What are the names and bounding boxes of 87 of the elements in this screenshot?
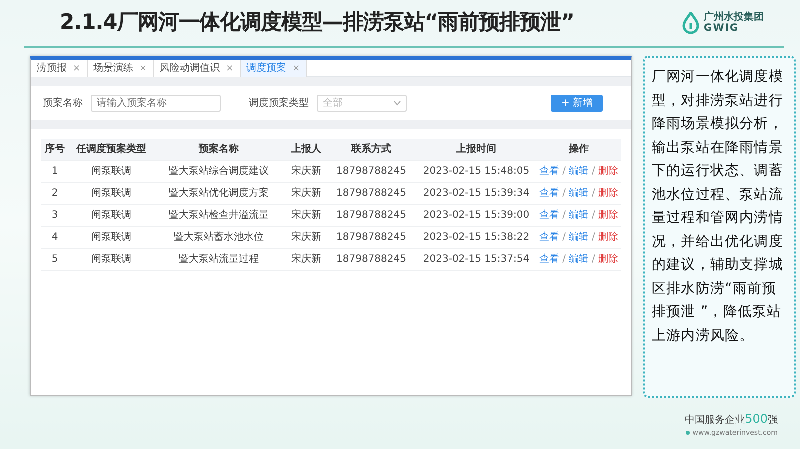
edit-link[interactable]: 编辑 xyxy=(569,188,589,199)
type-dropdown[interactable]: 全部 xyxy=(317,94,407,112)
table-cell-text: 5 xyxy=(50,253,60,267)
view-link[interactable]: 查看 xyxy=(540,254,560,265)
table-cell-text: 暨大泵站蓄水池水位 xyxy=(173,230,265,245)
separator: / xyxy=(562,166,566,177)
table-cell-text: 暨大泵站检查井溢流量 xyxy=(168,208,270,223)
table-cell-text: 2023-02-15 15:39:00 xyxy=(422,209,531,223)
tab-label[interactable]: 风险动调值识 xyxy=(160,63,220,74)
table-cell-text: 1 xyxy=(50,165,60,179)
filter-label: 预案名称 xyxy=(43,96,83,110)
tab[interactable]: 风险动调值识 × xyxy=(154,60,241,77)
tab-label[interactable]: 场景演练 xyxy=(94,63,134,74)
separator: / xyxy=(562,210,566,221)
ranking-slogan: 中国服务企业500强 xyxy=(685,411,778,428)
separator: / xyxy=(562,254,566,265)
view-link[interactable]: 查看 xyxy=(540,210,560,221)
table-cell-text: 闸泵联调 xyxy=(90,187,132,201)
tab[interactable]: 涝预报 × xyxy=(31,60,88,77)
table-cell-text: 闸泵联调 xyxy=(90,231,132,245)
tab[interactable]: 调度预案 × xyxy=(240,60,308,77)
close-icon[interactable]: × xyxy=(292,64,300,74)
delete-link[interactable]: 删除 xyxy=(598,254,618,265)
delete-link[interactable]: 删除 xyxy=(598,166,618,177)
column-header: 上报时间 xyxy=(456,142,498,157)
delete-link[interactable]: 删除 xyxy=(598,210,618,221)
edit-link[interactable]: 编辑 xyxy=(569,232,589,243)
table-cell-text: 闸泵联调 xyxy=(90,253,132,267)
column-header: 联系方式 xyxy=(350,142,392,157)
column-header: 操作 xyxy=(568,142,590,157)
table-cell-text: 宋庆新 xyxy=(290,252,322,267)
column-header: 上报人 xyxy=(290,142,322,157)
view-link[interactable]: 查看 xyxy=(540,188,560,199)
add-button[interactable]: + 新增 xyxy=(551,94,603,112)
table-cell-text: 18798788245 xyxy=(336,165,408,179)
table-cell-text: 暨大泵站优化调度方案 xyxy=(168,186,270,201)
table-cell-text: 2023-02-15 15:38:22 xyxy=(422,231,531,245)
table-cell-text: 18798788245 xyxy=(336,253,408,267)
tab[interactable]: 场景演练 × xyxy=(88,60,154,77)
table-cell-text: 3 xyxy=(50,209,60,223)
table-cell-text: 暨大泵站综合调度建议 xyxy=(168,164,270,179)
view-link[interactable]: 查看 xyxy=(540,166,560,177)
droplet-logo-icon xyxy=(682,12,700,34)
logo-abbreviation: GWIG xyxy=(704,23,740,34)
close-icon[interactable]: × xyxy=(73,64,81,74)
table-cell-text: 宋庆新 xyxy=(290,230,322,245)
table-cell-text: 暨大泵站流量过程 xyxy=(178,252,260,267)
column-header: 任调度预案类型 xyxy=(75,142,148,157)
view-link[interactable]: 查看 xyxy=(540,232,560,243)
tab-label[interactable]: 调度预案 xyxy=(246,63,287,74)
close-icon[interactable]: × xyxy=(226,64,234,74)
table-cell-text: 闸泵联调 xyxy=(90,209,132,223)
delete-link[interactable]: 删除 xyxy=(598,188,618,199)
table-cell-text: 18798788245 xyxy=(336,187,408,201)
table-cell-text: 2023-02-15 15:37:54 xyxy=(422,253,531,267)
table-cell-text: 宋庆新 xyxy=(290,186,322,201)
separator: / xyxy=(592,210,596,221)
table-cell-text: 18798788245 xyxy=(336,209,408,223)
table-cell-text: 2023-02-15 15:39:34 xyxy=(422,187,531,201)
separator: / xyxy=(592,232,596,243)
filter-label: 调度预案类型 xyxy=(249,96,309,110)
column-header: 序号 xyxy=(44,142,66,157)
table-cell-text: 2023-02-15 15:48:05 xyxy=(422,165,531,179)
delete-link[interactable]: 删除 xyxy=(598,232,618,243)
slide-title: 2.1.4厂网河一体化调度模型—排涝泵站“雨前预排预泄” xyxy=(60,9,574,36)
table-cell-text: 闸泵联调 xyxy=(90,165,132,179)
description-text: 厂网河一体化调度模型，对排涝泵站进行降雨场景模拟分析，输出泵站在降雨情景下的运行状态、调蓄池水位过程、泵站流量过程和管网内涝情况，并给出优化调度的建议，辅助支撑城区排水防涝“雨前预排预泄 ”，降低泵站上游内涝风险。 xyxy=(652,68,784,346)
separator: / xyxy=(592,188,596,199)
logo-name: 广州水投集团 xyxy=(704,12,764,23)
table-cell-text: 宋庆新 xyxy=(290,164,322,179)
edit-link[interactable]: 编辑 xyxy=(569,210,589,221)
table-cell-text: 宋庆新 xyxy=(290,208,322,223)
separator: / xyxy=(592,254,596,265)
column-header: 预案名称 xyxy=(198,142,240,157)
bullet-icon xyxy=(686,431,690,436)
edit-link[interactable]: 编辑 xyxy=(569,254,589,265)
separator: / xyxy=(592,166,596,177)
tab-label[interactable]: 涝预报 xyxy=(37,63,67,74)
table-cell-text: 18798788245 xyxy=(336,231,408,245)
table-cell-text: 4 xyxy=(50,231,60,245)
close-icon[interactable]: × xyxy=(140,64,148,74)
edit-link[interactable]: 编辑 xyxy=(569,166,589,177)
table-cell-text: 2 xyxy=(50,187,60,201)
separator: / xyxy=(562,188,566,199)
separator: / xyxy=(562,232,566,243)
search-field[interactable]: 请输入预案名称 xyxy=(91,94,221,112)
chevron-down-icon xyxy=(394,100,401,106)
